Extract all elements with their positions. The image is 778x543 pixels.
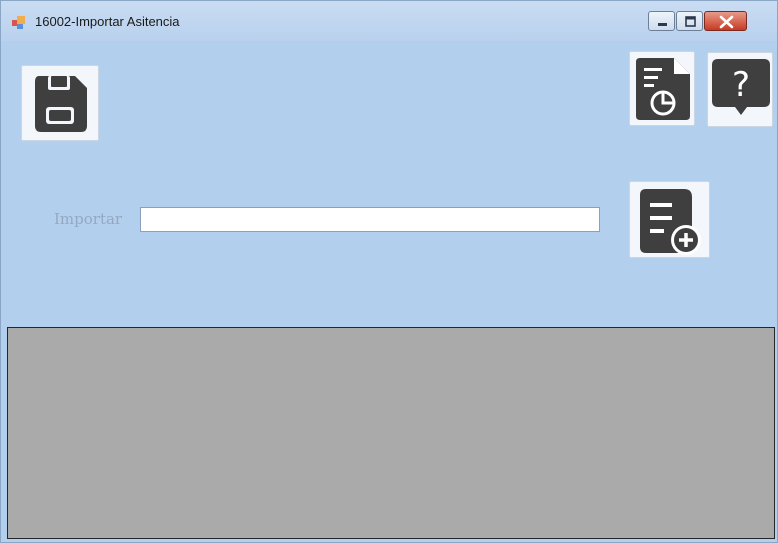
data-grid[interactable]: [7, 327, 775, 539]
minimize-button[interactable]: [648, 11, 675, 31]
save-button[interactable]: [21, 65, 99, 141]
minimize-icon: [658, 23, 667, 26]
title-bar: 16002-Importar Asitencia: [1, 1, 777, 41]
app-window: 16002-Importar Asitencia ? Importar: [0, 0, 778, 543]
svg-text:?: ?: [732, 65, 750, 105]
close-icon: [719, 15, 734, 29]
help-button[interactable]: ?: [707, 52, 773, 127]
close-button[interactable]: [704, 11, 747, 31]
maximize-button[interactable]: [676, 11, 703, 31]
question-bubble-icon: ?: [712, 59, 770, 115]
app-icon: [12, 16, 25, 29]
window-title: 16002-Importar Asitencia: [35, 14, 180, 29]
import-path-input[interactable]: [140, 207, 600, 232]
report-button[interactable]: [629, 51, 695, 126]
floppy-disk-icon: [35, 76, 87, 132]
document-add-icon: [640, 189, 701, 255]
add-file-button[interactable]: [629, 181, 710, 258]
document-chart-icon: [636, 58, 690, 120]
maximize-icon: [685, 16, 696, 27]
import-label: Importar: [54, 210, 123, 228]
